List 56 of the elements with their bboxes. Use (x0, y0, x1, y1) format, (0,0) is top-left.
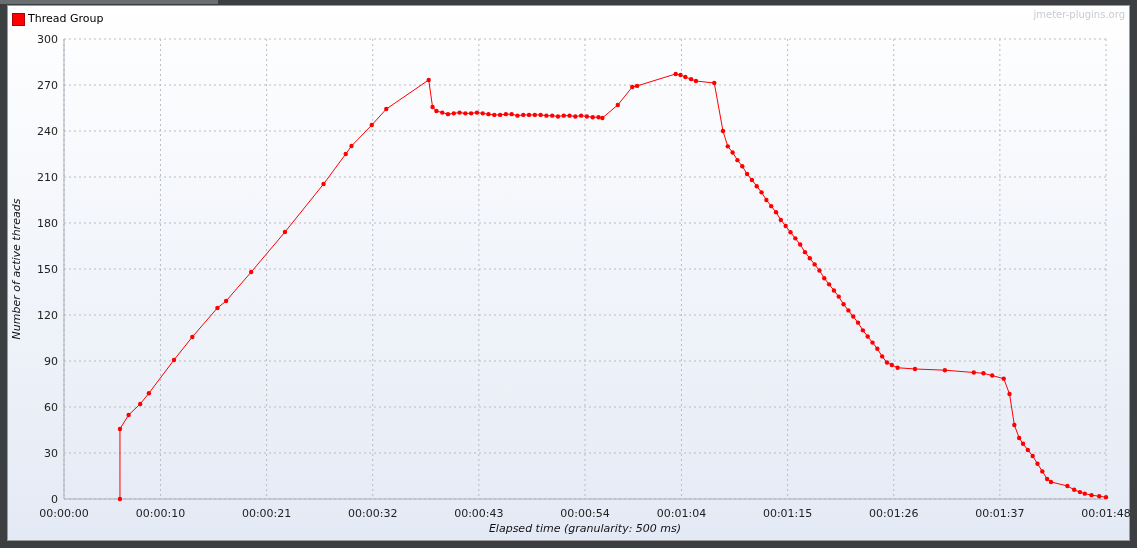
x-tick-label: 00:01:04 (656, 507, 707, 520)
data-point (1012, 422, 1017, 428)
data-point (282, 229, 288, 235)
y-tick-label: 0 (51, 493, 58, 506)
y-axis-title: Number of active threads (10, 198, 23, 340)
data-point (712, 80, 717, 86)
x-tick-label: 00:00:54 (560, 507, 610, 520)
y-tick-label: 180 (37, 217, 58, 230)
data-point (1007, 391, 1012, 397)
data-point (223, 298, 229, 304)
data-point (171, 357, 177, 363)
data-point (117, 426, 123, 432)
legend-label: Thread Group (28, 11, 104, 28)
data-point (1001, 376, 1006, 381)
data-point (321, 181, 326, 187)
data-point (981, 371, 986, 376)
data-point (1035, 461, 1040, 466)
data-point (384, 106, 389, 112)
data-point (720, 128, 726, 134)
x-tick-label: 00:01:15 (762, 507, 813, 520)
data-point (349, 143, 354, 149)
data-point (248, 269, 254, 275)
data-point (971, 370, 976, 375)
data-point (426, 77, 431, 83)
data-point (1040, 469, 1045, 474)
data-point (1089, 492, 1094, 498)
x-tick-label: 00:00:21 (241, 507, 292, 520)
x-axis-title: Elapsed time (granularity: 500 ms) (488, 522, 682, 535)
data-point (138, 401, 143, 407)
y-tick-label: 90 (44, 355, 58, 368)
y-tick-label: 30 (44, 447, 58, 460)
x-tick-label: 00:00:32 (348, 507, 398, 520)
data-point (146, 391, 152, 396)
y-tick-label: 270 (37, 79, 58, 92)
y-tick-label: 120 (37, 309, 58, 322)
x-tick-label: 00:01:48 (1081, 507, 1130, 520)
x-tick-label: 00:00:43 (454, 507, 504, 520)
data-point (989, 373, 995, 378)
y-tick-label: 300 (37, 33, 58, 46)
data-point (615, 102, 620, 108)
y-tick-label: 210 (37, 171, 58, 184)
data-point (126, 412, 131, 418)
x-tick-label: 00:01:37 (975, 507, 1025, 520)
data-point (190, 334, 195, 340)
data-point (343, 151, 348, 157)
data-point (369, 122, 374, 128)
data-point (912, 366, 918, 372)
y-tick-label: 150 (37, 263, 58, 276)
y-tick-label: 240 (37, 125, 58, 138)
data-point (215, 305, 220, 311)
x-tick-label: 00:00:10 (135, 507, 186, 520)
data-point (942, 368, 948, 373)
y-tick-label: 60 (44, 401, 58, 414)
data-point (117, 496, 123, 502)
x-tick-label: 00:01:26 (869, 507, 919, 520)
x-tick-label: 00:00:00 (39, 507, 89, 520)
